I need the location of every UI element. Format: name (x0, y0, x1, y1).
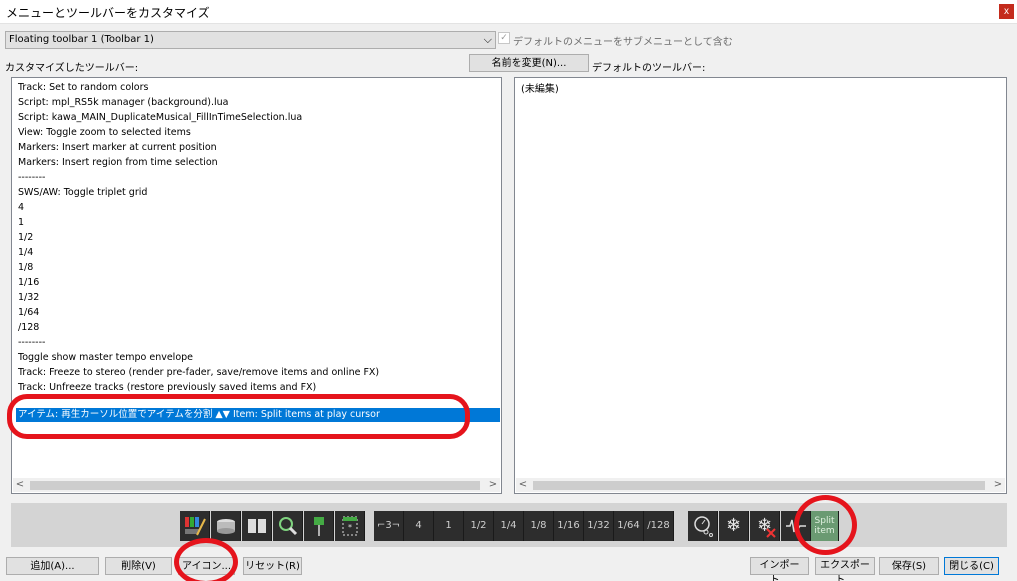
annotation-icon-button (174, 538, 238, 581)
list-item[interactable]: 1/4 (18, 246, 33, 260)
annotation-selected-item (7, 394, 470, 439)
list-item[interactable]: Markers: Insert marker at current positi… (18, 141, 217, 155)
toolbar-select-value: Floating toolbar 1 (Toolbar 1) (9, 34, 154, 45)
customized-toolbar-label: カスタマイズしたツールバー: (5, 63, 139, 74)
list-item[interactable]: 1/16 (18, 276, 39, 290)
list-item[interactable]: Track: Unfreeze tracks (restore previous… (18, 381, 316, 395)
scrollbar-thumb[interactable] (30, 481, 480, 490)
list-item[interactable]: -------- (18, 336, 45, 350)
toolbar-preview: * ⌐3¬ 4 1 1/2 1/4 1/8 1/16 1/32 1/64/128 ❄ ❄ Spl… (11, 503, 1007, 547)
title-bar: メニューとツールバーをカスタマイズ x (0, 0, 1017, 24)
list-item[interactable]: Track: Set to random colors (18, 81, 148, 95)
grid-button[interactable]: 1/2 (464, 511, 494, 541)
add-button[interactable]: 追加(A)... (6, 557, 99, 575)
scroll-left-icon[interactable]: < (516, 478, 530, 492)
close-window-button[interactable]: x (999, 4, 1014, 19)
scroll-left-icon[interactable]: < (13, 478, 27, 492)
reset-button[interactable]: リセット(R) (243, 557, 302, 575)
list-item[interactable]: SWS/AW: Toggle triplet grid (18, 186, 147, 200)
close-button[interactable]: 閉じる(C) (944, 557, 999, 575)
marker-icon[interactable] (304, 511, 334, 541)
list-item[interactable]: Script: mpl_RS5k manager (background).lu… (18, 96, 228, 110)
scroll-right-icon[interactable]: > (486, 478, 500, 492)
grid-button[interactable]: 1/8 (524, 511, 554, 541)
default-toolbar-list[interactable]: (未編集) < > (514, 77, 1007, 494)
grid-button[interactable]: 1/16 (554, 511, 584, 541)
tempo-envelope-icon[interactable] (688, 511, 718, 541)
duplicate-icon[interactable] (242, 511, 272, 541)
toolbar-select[interactable]: Floating toolbar 1 (Toolbar 1) ⌵ (5, 31, 496, 49)
list-item[interactable]: 1 (18, 216, 24, 230)
list-item[interactable]: Markers: Insert region from time selecti… (18, 156, 218, 170)
horizontal-scrollbar[interactable]: < > (516, 478, 1005, 492)
list-item[interactable]: Script: kawa_MAIN_DuplicateMusical_FillI… (18, 111, 302, 125)
grid-button[interactable]: /128 (644, 511, 674, 541)
default-toolbar-label: デフォルトのツールバー: (592, 63, 706, 74)
list-item[interactable]: Toggle show master tempo envelope (18, 351, 193, 365)
delete-button[interactable]: 削除(V) (105, 557, 172, 575)
list-item[interactable]: -------- (18, 171, 45, 185)
annotation-split-item (794, 495, 857, 555)
grid-button[interactable]: ⌐3¬ (374, 511, 404, 541)
list-item[interactable]: 1/2 (18, 231, 33, 245)
grid-button[interactable]: 1/4 (494, 511, 524, 541)
unfreeze-icon[interactable]: ❄ (750, 511, 780, 541)
scrollbar-thumb[interactable] (533, 481, 985, 490)
grid-button[interactable]: 4 (404, 511, 434, 541)
svg-text:*: * (348, 523, 352, 532)
list-item[interactable]: Track: Freeze to stereo (render pre-fade… (18, 366, 379, 380)
region-icon[interactable]: * (335, 511, 365, 541)
default-submenu-label: デフォルトのメニューをサブメニューとして含む (513, 37, 733, 48)
default-submenu-checkbox[interactable]: ✓ (498, 32, 510, 44)
grid-button[interactable]: 1/64 (614, 511, 644, 541)
default-list-placeholder: (未編集) (521, 84, 559, 95)
export-button[interactable]: エクスポート... (815, 557, 875, 581)
list-item[interactable]: /128 (18, 321, 39, 335)
list-item[interactable]: View: Toggle zoom to selected items (18, 126, 191, 140)
list-item[interactable]: 1/8 (18, 261, 33, 275)
grid-button[interactable]: 1 (434, 511, 464, 541)
list-item[interactable]: 1/32 (18, 291, 39, 305)
import-button[interactable]: インポート... (750, 557, 809, 581)
list-item[interactable]: 1/64 (18, 306, 39, 320)
color-palette-icon[interactable] (180, 511, 210, 541)
rename-button[interactable]: 名前を変更(N)... (469, 54, 589, 72)
drum-icon[interactable] (211, 511, 241, 541)
zoom-icon[interactable] (273, 511, 303, 541)
horizontal-scrollbar[interactable]: < > (13, 478, 500, 492)
scroll-right-icon[interactable]: > (991, 478, 1005, 492)
save-button[interactable]: 保存(S) (879, 557, 939, 575)
freeze-icon[interactable]: ❄ (719, 511, 749, 541)
grid-button[interactable]: 1/32 (584, 511, 614, 541)
list-item[interactable]: 4 (18, 201, 24, 215)
chevron-down-icon: ⌵ (483, 33, 492, 46)
window-title: メニューとツールバーをカスタマイズ (6, 6, 210, 20)
